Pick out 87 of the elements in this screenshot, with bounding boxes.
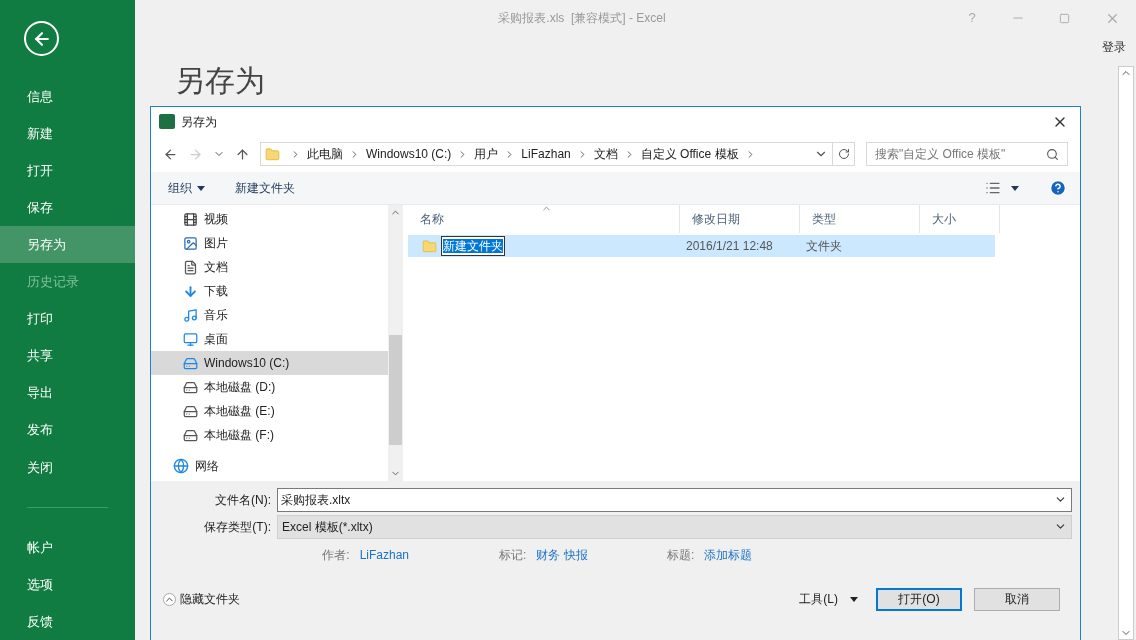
scrollbar[interactable] — [388, 205, 403, 481]
property-value-link[interactable]: 财务 快报 — [536, 546, 588, 564]
breadcrumb-item[interactable]: 自定义 Office 模板 — [640, 145, 739, 163]
drive-icon — [183, 427, 198, 443]
backstage-menu-item[interactable]: 导出 — [0, 374, 135, 412]
breadcrumb-item[interactable]: 文档 — [593, 145, 618, 163]
backstage-menu-item[interactable]: 信息 — [0, 77, 135, 116]
back-icon[interactable] — [163, 146, 178, 162]
dialog-button[interactable]: 打开(O) — [876, 587, 962, 611]
navigation-item[interactable]: 视频 — [151, 207, 388, 231]
scrollbar[interactable] — [1118, 66, 1134, 640]
backstage-menu-item[interactable]: 关闭 — [0, 448, 135, 486]
column-header[interactable]: 名称 — [408, 205, 680, 233]
field-label: 文件名(N): — [214, 491, 272, 509]
folder-icon — [422, 238, 437, 254]
backstage-menu-item[interactable]: 共享 — [0, 337, 135, 375]
backstage-menu-item[interactable]: 发布 — [0, 411, 135, 449]
window-title: 采购报表.xls [兼容模式] - Excel — [498, 10, 666, 27]
drive-icon — [183, 403, 198, 419]
help-icon[interactable] — [1049, 179, 1067, 197]
file-type: 文件夹 — [805, 238, 843, 255]
field-label: 保存类型(T): — [203, 518, 272, 536]
collapse-icon — [163, 592, 176, 606]
view-options-icon[interactable] — [985, 180, 1001, 196]
property-label: 标题: — [667, 547, 695, 564]
breadcrumb-item[interactable]: 用户 — [474, 145, 499, 163]
tools-menu-button[interactable]: 工具(L) — [799, 590, 838, 608]
navigation-item[interactable]: 桌面 — [151, 327, 388, 351]
navigation-item[interactable]: 本地磁盘 (F:) — [151, 423, 388, 447]
drive-icon — [183, 379, 198, 395]
caret-icon[interactable] — [1011, 185, 1019, 191]
backstage-menu-item[interactable]: 帐户 — [0, 528, 135, 566]
network-icon — [173, 458, 189, 474]
navigation-item[interactable]: 网络 — [151, 454, 388, 478]
backstage-menu-item[interactable]: 另存为 — [0, 226, 135, 264]
search-field[interactable]: 搜索"自定义 Office 模板" — [866, 142, 1068, 166]
film-icon — [183, 211, 198, 227]
folder-icon — [265, 146, 280, 162]
file-row[interactable]: 新建文件夹 2016/1/21 12:48 文件夹 — [408, 235, 995, 257]
document-icon — [183, 259, 198, 275]
caret-icon — [197, 185, 205, 191]
dialog-button[interactable]: 取消 — [974, 587, 1060, 611]
navigation-item[interactable]: 文档 — [151, 255, 388, 279]
music-icon — [183, 307, 198, 323]
file-name-field[interactable]: 采购报表.xltx — [277, 487, 1072, 512]
new-folder-button[interactable]: 新建文件夹 — [235, 179, 295, 197]
property-value-link[interactable]: 添加标题 — [704, 546, 753, 564]
file-type-dropdown[interactable]: Excel 模板(*.xltx) — [277, 514, 1072, 539]
address-bar[interactable]: 此电脑 Windows10 (C:) 用户 LiFazhan 文档 自定义 Office 模板 — [260, 142, 855, 166]
backstage-menu-item[interactable]: 打开 — [0, 152, 135, 190]
dialog-title: 另存为 — [181, 113, 218, 131]
download-icon — [183, 283, 198, 299]
backstage-menu-item[interactable]: 新建 — [0, 115, 135, 153]
backstage-menu-item[interactable]: 反馈 — [0, 602, 135, 640]
navigation-item[interactable]: 下载 — [151, 279, 388, 303]
drive-icon — [183, 355, 198, 371]
property-label: 标记: — [499, 547, 527, 564]
navigation-item[interactable]: 音乐 — [151, 303, 388, 327]
back-button[interactable] — [24, 21, 59, 57]
navigation-item[interactable]: 本地磁盘 (E:) — [151, 399, 388, 423]
column-header[interactable]: 修改日期 — [680, 205, 800, 233]
property-value-link[interactable]: LiFazhan — [359, 546, 409, 564]
excel-logo-icon — [159, 114, 175, 129]
modified-date: 2016/1/21 12:48 — [685, 238, 774, 255]
up-icon[interactable] — [235, 146, 250, 162]
navigation-item[interactable]: 本地磁盘 (D:) — [151, 375, 388, 399]
backstage-menu-item[interactable]: 保存 — [0, 189, 135, 227]
image-icon — [183, 235, 198, 251]
organize-menu-button[interactable]: 组织 — [168, 179, 205, 197]
desktop-icon — [183, 331, 198, 347]
search-icon — [1046, 147, 1059, 161]
navigation-item[interactable]: Windows10 (C:) — [151, 351, 388, 375]
caret-icon[interactable] — [850, 596, 858, 602]
page-title: 另存为 — [175, 66, 266, 96]
rename-field[interactable]: 新建文件夹 — [441, 236, 505, 256]
sign-in-link[interactable]: 登录 — [1102, 38, 1126, 56]
breadcrumb-item[interactable]: 此电脑 — [307, 145, 343, 163]
backstage-menu-item[interactable]: 选项 — [0, 565, 135, 603]
column-header[interactable]: 类型 — [800, 205, 920, 233]
breadcrumb-item[interactable]: LiFazhan — [521, 145, 571, 163]
refresh-icon[interactable] — [837, 148, 850, 160]
column-header[interactable]: 大小 — [920, 205, 1000, 233]
navigation-item[interactable]: 图片 — [151, 231, 388, 255]
property-label: 作者: — [322, 547, 350, 564]
backstage-menu-item[interactable]: 打印 — [0, 300, 135, 338]
hide-folders-button[interactable]: 隐藏文件夹 — [163, 590, 240, 608]
breadcrumb-item[interactable]: Windows10 (C:) — [366, 145, 452, 163]
